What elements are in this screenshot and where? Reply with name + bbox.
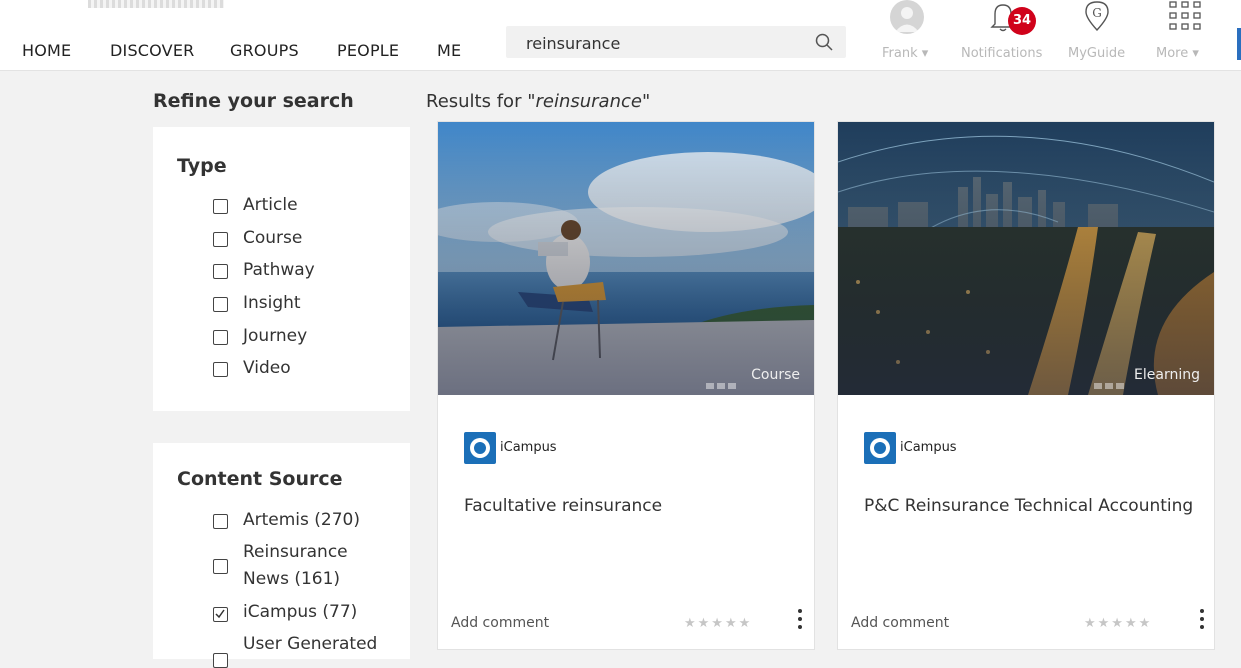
icampus-logo [464,432,496,464]
search-input[interactable] [524,31,808,55]
search-box [506,26,846,58]
rating-stars[interactable]: ★★★★★ [684,616,752,631]
provider-name: iCampus [900,440,957,455]
avatar[interactable] [890,0,924,34]
checkbox[interactable] [213,232,228,247]
notifications-badge: 34 [1008,7,1036,35]
results-title: Results for "reinsurance" [426,91,650,112]
checkbox-label[interactable]: Course [243,225,302,252]
nav-people[interactable]: PEOPLE [337,41,399,60]
apps-grid-icon[interactable] [1168,0,1202,34]
type-filter-card: Type Article Course Pathway Insight Jour… [153,127,410,411]
guide-pin-icon[interactable]: G [1083,0,1111,32]
elearning-thumbnail-image [838,122,1214,395]
notifications-label[interactable]: Notifications [961,46,1042,61]
result-card[interactable]: Elearning iCampus P&C Reinsurance Techni… [837,121,1215,650]
checkbox-label[interactable]: Journey [243,323,307,350]
add-comment-link[interactable]: Add comment [851,615,949,631]
course-thumbnail-image [438,122,814,395]
nav-discover[interactable]: DISCOVER [110,41,194,60]
refine-title: Refine your search [153,90,354,112]
nav-home[interactable]: HOME [22,41,71,60]
checkbox-label[interactable]: Artemis (270) [243,507,360,534]
card-title[interactable]: Facultative reinsurance [464,496,662,516]
checkbox-label[interactable]: Pathway [243,257,315,284]
result-card[interactable]: Course iCampus Facultative reinsurance A… [437,121,815,650]
user-avatar-icon [895,7,919,32]
edge-button[interactable] [1237,28,1241,60]
checkbox-label[interactable]: User Generated [243,631,377,658]
card-menu-icon[interactable] [1199,608,1205,630]
card-menu-icon[interactable] [797,608,803,630]
card-type-dots [706,374,740,389]
checkbox[interactable] [213,362,228,377]
card-thumbnail[interactable] [438,122,814,395]
nav-me[interactable]: ME [437,41,461,60]
type-filter-heading: Type [177,155,227,177]
card-type-label: Course [751,367,800,383]
content-source-filter-card: Content Source Artemis (270) Reinsurance… [153,443,410,668]
checkmark-icon [215,609,225,619]
checkbox[interactable] [213,330,228,345]
logo[interactable] [88,0,224,8]
checkbox-label[interactable]: Reinsurance News (161) [243,539,355,593]
checkbox-checked[interactable] [213,607,228,622]
checkbox[interactable] [213,514,228,529]
checkbox[interactable] [213,559,228,574]
top-navigation-bar: HOME DISCOVER GROUPS PEOPLE ME Frank ▾ 3… [0,0,1241,71]
myguide-label[interactable]: MyGuide [1068,46,1125,61]
checkbox-label[interactable]: iCampus (77) [243,599,357,626]
checkbox-label[interactable]: Article [243,192,298,219]
provider-name: iCampus [500,440,557,455]
user-name-label[interactable]: Frank ▾ [882,46,928,61]
card-type-dots [1094,374,1128,389]
card-title[interactable]: P&C Reinsurance Technical Accounting [864,496,1193,516]
search-icon[interactable] [814,32,834,52]
checkbox[interactable] [213,653,228,668]
icampus-logo [864,432,896,464]
add-comment-link[interactable]: Add comment [451,615,549,631]
card-type-label: Elearning [1134,367,1200,383]
checkbox[interactable] [213,199,228,214]
content-source-heading: Content Source [177,468,343,490]
checkbox[interactable] [213,297,228,312]
svg-text:G: G [1092,6,1102,20]
checkbox-label[interactable]: Insight [243,290,301,317]
results-query: "reinsurance" [527,91,651,112]
checkbox[interactable] [213,264,228,279]
rating-stars[interactable]: ★★★★★ [1084,616,1152,631]
card-thumbnail[interactable] [838,122,1214,395]
checkbox-label[interactable]: Video [243,355,291,382]
nav-groups[interactable]: GROUPS [230,41,299,60]
results-prefix: Results for [426,91,528,112]
more-label[interactable]: More ▾ [1156,46,1199,61]
